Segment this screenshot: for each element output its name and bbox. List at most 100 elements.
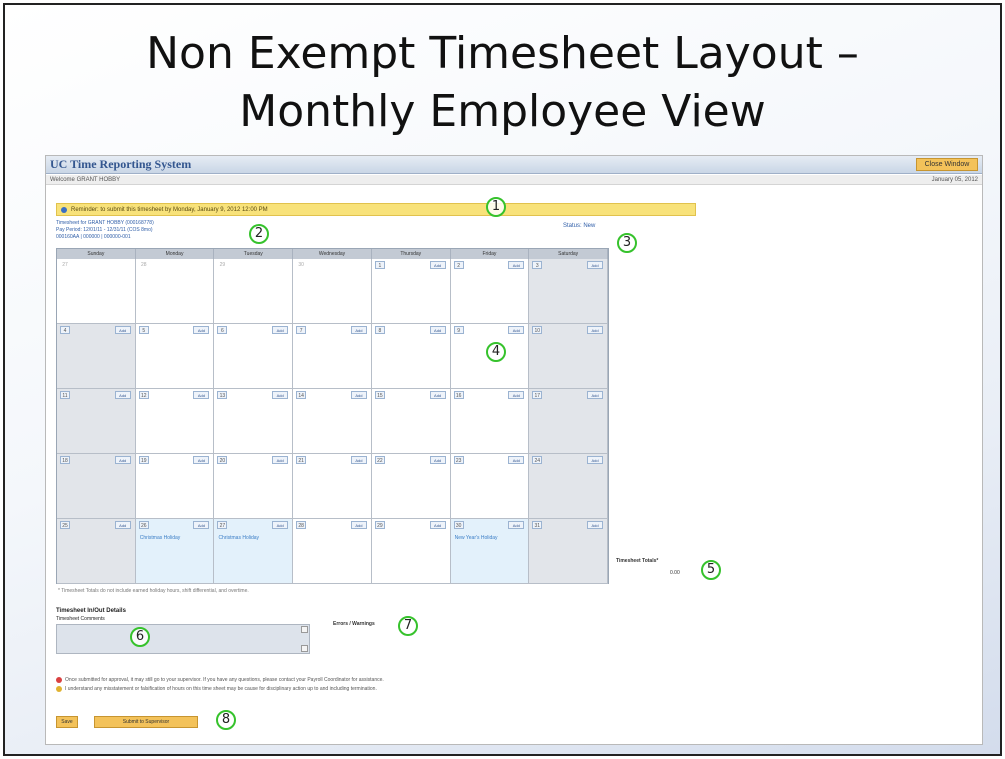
day-number[interactable]: 18 [60,456,70,464]
status-link[interactable]: Status: New [563,223,595,229]
add-hours-button[interactable]: Add [193,521,210,529]
calendar-day[interactable]: 21 Add [293,454,372,519]
add-hours-button[interactable]: Add [193,326,210,334]
calendar-day[interactable]: 13 Add [214,389,294,454]
calendar-day[interactable]: 18 Add [57,454,136,519]
add-hours-button[interactable]: Add [587,456,604,464]
day-number[interactable]: 30 [453,521,464,529]
add-hours-button[interactable]: Add [508,521,525,529]
calendar-day[interactable]: 26 Add Christmas Holiday [135,519,215,584]
day-number[interactable]: 4 [60,326,70,334]
add-hours-button[interactable]: Add [350,326,367,334]
add-hours-button[interactable]: Add [350,391,367,399]
add-hours-button[interactable]: Add [193,456,210,464]
day-number[interactable]: 22 [374,456,385,464]
day-number[interactable]: 19 [138,456,149,464]
calendar-day[interactable]: 29 Add [371,519,451,584]
calendar-day[interactable]: 28 Add [293,519,372,584]
add-hours-button[interactable]: Add [272,456,289,464]
calendar-day[interactable]: 1 Add [371,259,451,324]
day-number[interactable]: 5 [138,326,149,334]
scroll-up-icon[interactable] [301,626,308,633]
day-number[interactable]: 1 [374,261,385,269]
add-hours-button[interactable]: Add [114,456,131,464]
calendar-day[interactable]: 22 Add [371,454,451,519]
add-hours-button[interactable]: Add [429,326,446,334]
add-hours-button[interactable]: Add [193,391,210,399]
calendar-day[interactable]: 5 Add [135,324,215,389]
add-hours-button[interactable]: Add [587,326,604,334]
add-hours-button[interactable]: Add [587,391,604,399]
day-number[interactable]: 23 [453,456,464,464]
day-number[interactable]: 27 [217,521,228,529]
add-hours-button[interactable]: Add [508,261,525,269]
day-number[interactable]: 9 [453,326,464,334]
add-hours-button[interactable]: Add [508,326,525,334]
submit-to-supervisor-button[interactable]: Submit to Supervisor [94,716,198,728]
calendar-day[interactable]: 14 Add [293,389,372,454]
add-hours-button[interactable]: Add [350,456,367,464]
calendar-day[interactable]: 16 Add [450,389,530,454]
calendar-day[interactable]: 4 Add [57,324,136,389]
timesheet-owner-link[interactable]: Timesheet for GRANT HOBBY (000168778) [56,220,154,227]
add-hours-button[interactable]: Add [272,521,289,529]
calendar-day[interactable]: 25 Add [57,519,136,584]
day-number[interactable]: 21 [296,456,307,464]
day-number[interactable]: 29 [374,521,385,529]
comments-textarea[interactable] [56,624,310,654]
add-hours-button[interactable]: Add [508,391,525,399]
day-number[interactable]: 3 [532,261,543,269]
calendar-day[interactable]: 30 Add New Year's Holiday [450,519,530,584]
add-hours-button[interactable]: Add [114,326,131,334]
add-hours-button[interactable]: Add [508,456,525,464]
day-number[interactable]: 24 [532,456,543,464]
day-number[interactable]: 2 [453,261,464,269]
calendar-day[interactable]: 23 Add [450,454,530,519]
add-hours-button[interactable]: Add [429,456,446,464]
calendar-day[interactable]: 15 Add [371,389,451,454]
calendar-day[interactable]: 12 Add [135,389,215,454]
calendar-day[interactable]: 31 Add [529,519,609,584]
day-number[interactable]: 17 [532,391,543,399]
calendar-day[interactable]: 3 Add [529,259,609,324]
add-hours-button[interactable]: Add [272,391,289,399]
day-number[interactable]: 13 [217,391,228,399]
calendar-day[interactable]: 2 Add [450,259,530,324]
save-button[interactable]: Save [56,716,78,728]
day-number[interactable]: 26 [138,521,149,529]
day-number[interactable]: 8 [374,326,385,334]
day-number[interactable]: 25 [60,521,70,529]
day-number[interactable]: 28 [296,521,307,529]
add-hours-button[interactable]: Add [114,391,131,399]
calendar-day[interactable]: 19 Add [135,454,215,519]
add-hours-button[interactable]: Add [429,261,446,269]
calendar-day[interactable]: 20 Add [214,454,294,519]
add-hours-button[interactable]: Add [587,521,604,529]
day-number[interactable]: 14 [296,391,307,399]
scroll-down-icon[interactable] [301,645,308,652]
calendar-day[interactable]: 24 Add [529,454,609,519]
calendar-day[interactable]: 11 Add [57,389,136,454]
calendar-day[interactable]: 27 Add Christmas Holiday [214,519,294,584]
add-hours-button[interactable]: Add [114,521,131,529]
day-number[interactable]: 15 [374,391,385,399]
add-hours-button[interactable]: Add [587,261,604,269]
day-number[interactable]: 31 [532,521,543,529]
day-number[interactable]: 7 [296,326,307,334]
pay-period-link[interactable]: Pay Period: 12/01/11 - 12/31/11 (COS 8mo… [56,227,154,234]
calendar-day[interactable]: 7 Add [293,324,372,389]
day-number[interactable]: 16 [453,391,464,399]
day-number[interactable]: 20 [217,456,228,464]
day-number[interactable]: 11 [60,391,70,399]
day-number[interactable]: 10 [532,326,543,334]
calendar-day[interactable]: 6 Add [214,324,294,389]
day-number[interactable]: 6 [217,326,228,334]
add-hours-button[interactable]: Add [350,521,367,529]
add-hours-button[interactable]: Add [429,391,446,399]
add-hours-button[interactable]: Add [272,326,289,334]
close-window-button[interactable]: Close Window [916,158,978,171]
calendar-day[interactable]: 8 Add [371,324,451,389]
add-hours-button[interactable]: Add [429,521,446,529]
day-number[interactable]: 12 [138,391,149,399]
calendar-day[interactable]: 10 Add [529,324,609,389]
